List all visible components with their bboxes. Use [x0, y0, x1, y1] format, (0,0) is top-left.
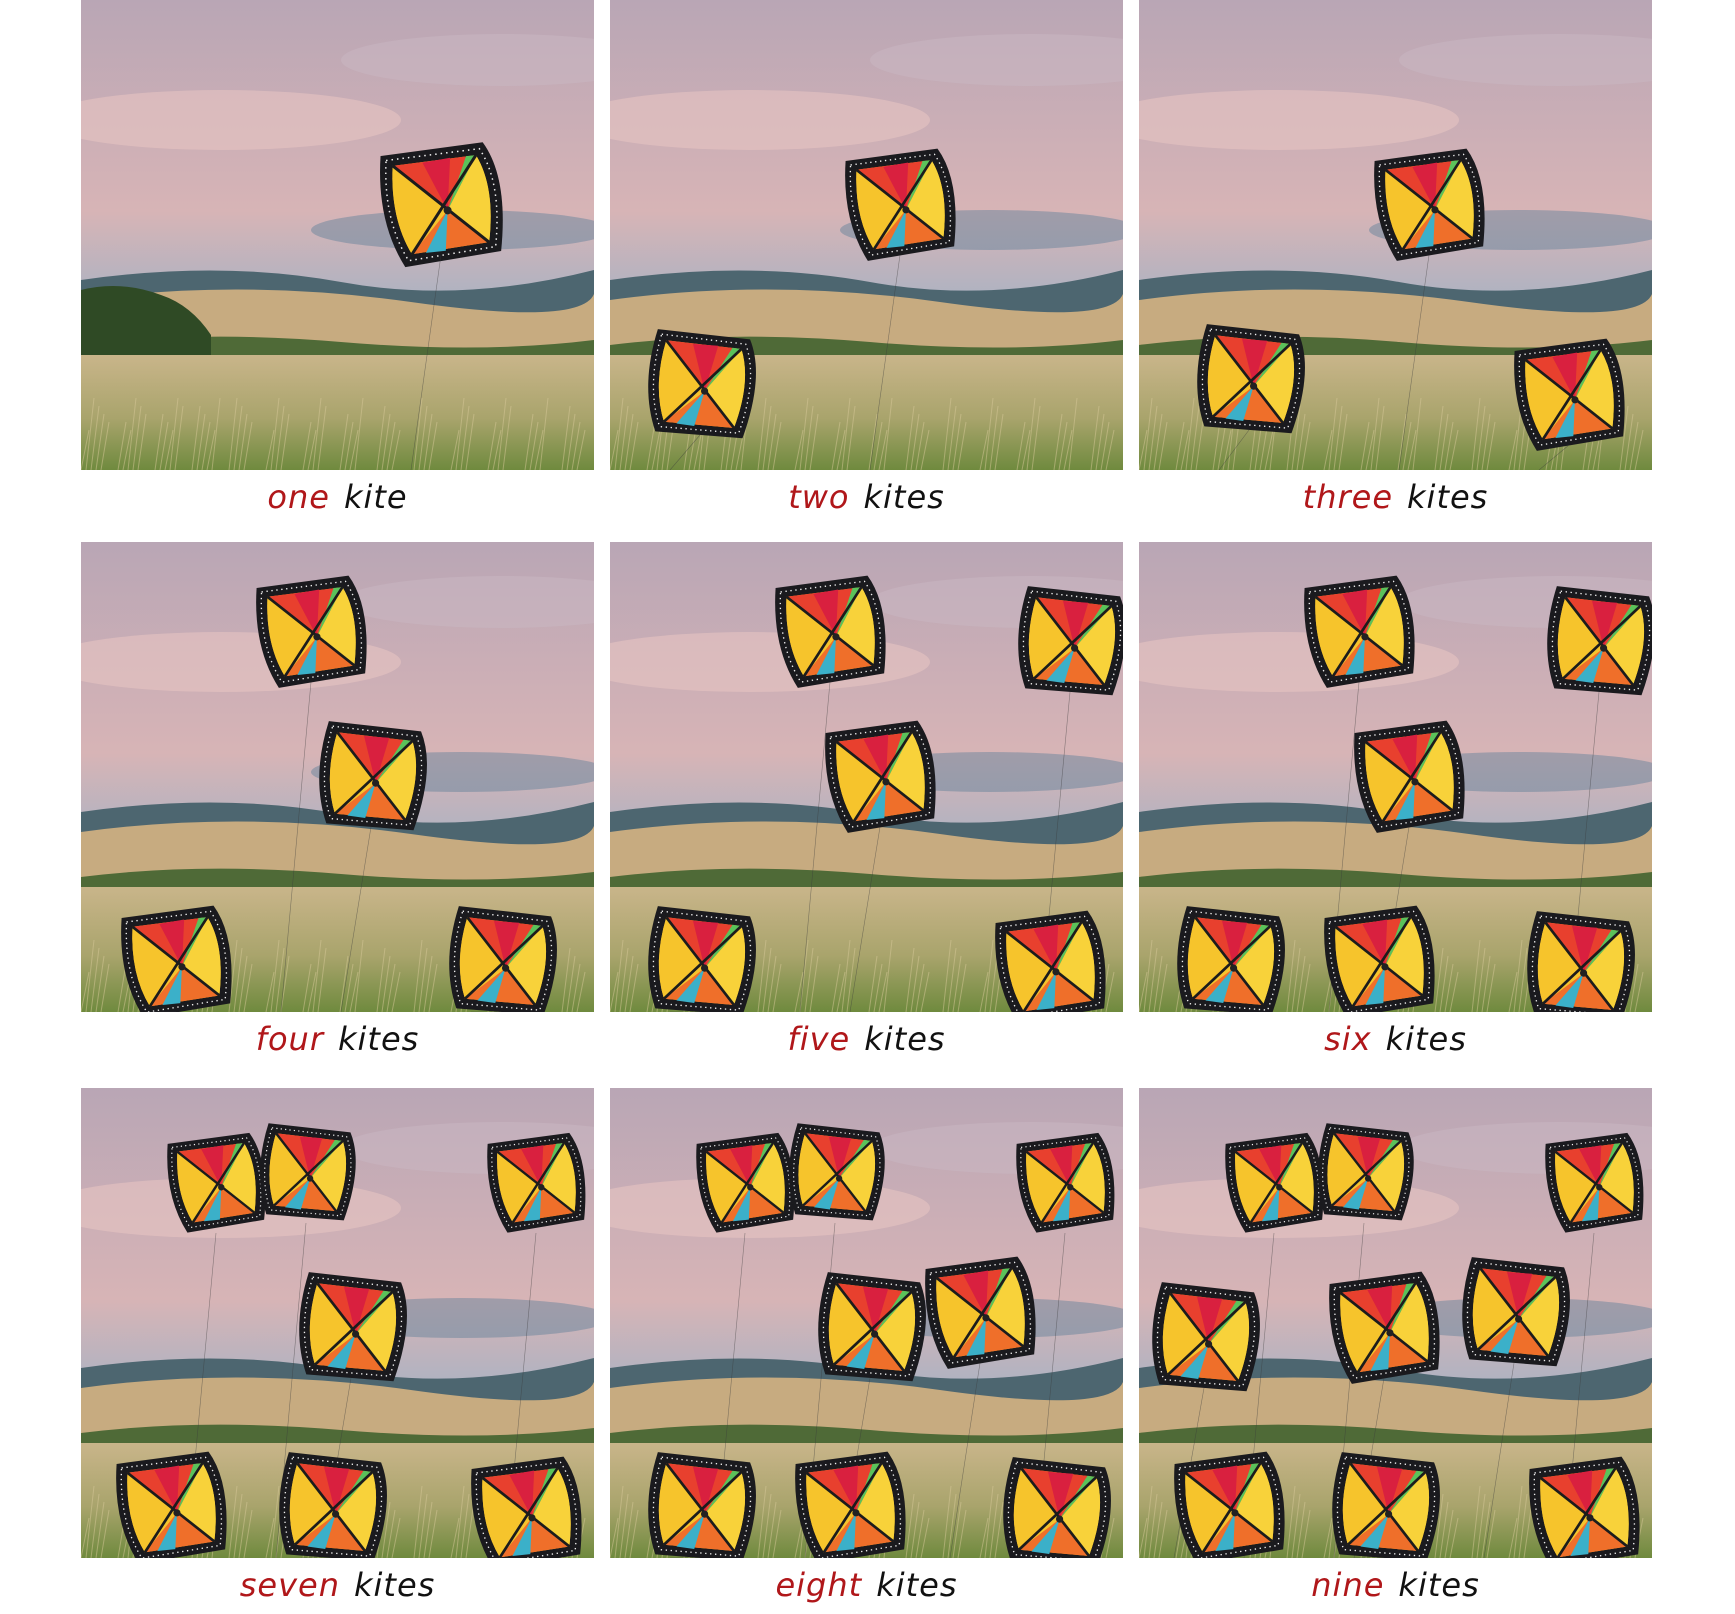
scene-image — [610, 542, 1123, 1012]
caption-nine: nine kites — [1139, 1560, 1652, 1610]
kite — [1547, 586, 1652, 696]
kite — [299, 1272, 407, 1382]
scene-nine — [1139, 1088, 1652, 1558]
panel-six: six kites — [1139, 542, 1652, 1058]
caption-one: one kite — [81, 472, 594, 522]
kite — [795, 1451, 906, 1558]
caption-number: five — [787, 1020, 851, 1058]
caption-number: eight — [775, 1566, 863, 1604]
caption-noun: kites — [1398, 1566, 1480, 1604]
kite — [1003, 1457, 1111, 1558]
kite — [1354, 720, 1465, 833]
kite — [116, 1451, 227, 1558]
kite — [471, 1456, 582, 1558]
scene-three — [1139, 0, 1652, 470]
kite — [789, 1123, 885, 1221]
caption-number: one — [267, 478, 330, 516]
kite — [1197, 324, 1305, 434]
kite — [648, 906, 756, 1012]
caption-seven: seven kites — [81, 1560, 594, 1610]
panel-five: five kites — [610, 542, 1123, 1058]
panel-nine: nine kites — [1139, 1088, 1652, 1604]
kite — [1304, 575, 1415, 688]
kite — [1225, 1132, 1324, 1233]
kite — [696, 1132, 795, 1233]
kite — [256, 575, 367, 688]
kite — [1324, 905, 1435, 1012]
scene-image — [81, 542, 594, 1012]
scene-image — [1139, 0, 1652, 470]
kite — [1152, 1282, 1260, 1392]
kite — [1177, 906, 1285, 1012]
kite — [825, 720, 936, 833]
kite — [1462, 1257, 1570, 1367]
caption-number: six — [1324, 1020, 1372, 1058]
kite — [1318, 1123, 1414, 1221]
caption-noun: kites — [876, 1566, 958, 1604]
kite — [818, 1272, 926, 1382]
caption-eight: eight kites — [610, 1560, 1123, 1610]
kite — [380, 142, 503, 268]
kite — [1018, 586, 1123, 696]
caption-five: five kites — [610, 1014, 1123, 1064]
panel-two: two kites — [610, 0, 1123, 516]
caption-number: three — [1302, 478, 1394, 516]
scene-one — [81, 0, 594, 470]
caption-number: four — [255, 1020, 324, 1058]
kite — [1016, 1132, 1115, 1233]
kite — [1514, 338, 1625, 451]
scene-image — [1139, 1088, 1652, 1558]
kite — [1529, 1456, 1640, 1558]
kite — [487, 1132, 586, 1233]
scene-five — [610, 542, 1123, 1012]
caption-number: seven — [239, 1566, 340, 1604]
scene-image — [610, 0, 1123, 470]
kite — [995, 910, 1106, 1012]
caption-noun: kites — [864, 1020, 946, 1058]
panel-eight: eight kites — [610, 1088, 1123, 1604]
caption-noun: kites — [1407, 478, 1489, 516]
caption-six: six kites — [1139, 1014, 1652, 1064]
panel-seven: seven kites — [81, 1088, 594, 1604]
kite — [449, 906, 557, 1012]
scene-image — [610, 1088, 1123, 1558]
scene-image — [81, 1088, 594, 1558]
panel-three: three kites — [1139, 0, 1652, 516]
kite — [1329, 1271, 1440, 1384]
kite — [167, 1132, 266, 1233]
scene-image — [81, 0, 594, 470]
kite — [1545, 1132, 1644, 1233]
kite — [260, 1123, 356, 1221]
scene-six — [1139, 542, 1652, 1012]
kite — [279, 1452, 387, 1558]
kite — [845, 148, 956, 261]
caption-noun: kites — [1385, 1020, 1467, 1058]
kite — [1527, 911, 1635, 1012]
kite — [925, 1256, 1036, 1369]
scene-two — [610, 0, 1123, 470]
caption-four: four kites — [81, 1014, 594, 1064]
caption-noun: kites — [337, 1020, 420, 1058]
scene-eight — [610, 1088, 1123, 1558]
scene-four — [81, 542, 594, 1012]
caption-noun: kites — [353, 1566, 436, 1604]
panel-four: four kites — [81, 542, 594, 1058]
kite — [319, 721, 427, 831]
caption-two: two kites — [610, 472, 1123, 522]
kite — [1174, 1451, 1285, 1558]
caption-noun: kite — [343, 478, 408, 516]
kite — [1332, 1452, 1440, 1558]
caption-number: nine — [1311, 1566, 1385, 1604]
kite — [775, 575, 886, 688]
caption-three: three kites — [1139, 472, 1652, 522]
kite — [121, 905, 232, 1012]
kite — [648, 329, 756, 439]
caption-number: two — [788, 478, 850, 516]
kite — [648, 1452, 756, 1558]
panel-one: one kite — [81, 0, 594, 516]
kite — [1374, 148, 1485, 261]
scene-seven — [81, 1088, 594, 1558]
scene-image — [1139, 542, 1652, 1012]
caption-noun: kites — [863, 478, 945, 516]
